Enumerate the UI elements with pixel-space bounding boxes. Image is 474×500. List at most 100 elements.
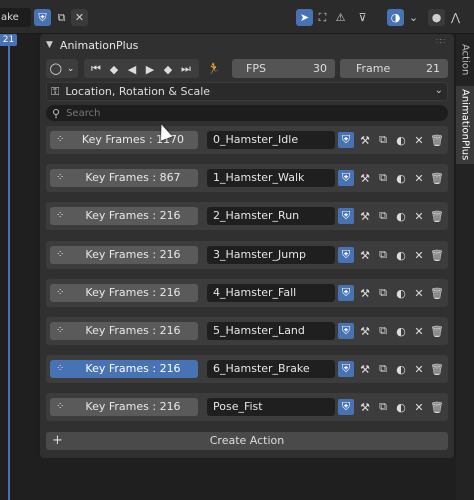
export-icon[interactable]: ◐ bbox=[393, 285, 409, 301]
export-icon[interactable]: ◐ bbox=[393, 361, 409, 377]
record-icon: ◯ bbox=[49, 62, 62, 75]
search-input[interactable]: ⚲ Search bbox=[46, 105, 448, 121]
arrow-select-icon[interactable]: ➤ bbox=[296, 9, 313, 26]
shield-icon[interactable]: ⛨ bbox=[34, 9, 51, 26]
fake-user-shield-icon[interactable]: ⛨ bbox=[338, 132, 354, 148]
trash-icon[interactable]: 🗑 bbox=[429, 132, 445, 148]
fake-user-shield-icon[interactable]: ⛨ bbox=[338, 361, 354, 377]
fake-user-shield-icon[interactable]: ⛨ bbox=[338, 285, 354, 301]
snap-icon[interactable]: ● bbox=[428, 9, 445, 26]
push-down-icon[interactable]: ⚒ bbox=[357, 247, 373, 263]
trash-icon[interactable]: 🗑 bbox=[429, 208, 445, 224]
editor-header: ake ⛨ ⧉ ✕ ➤ ⛶ ⚠ ⊽ ◑ ⌄ ● ⋀ bbox=[0, 0, 474, 34]
keyframes-button[interactable]: ⁘ Key Frames : 867 bbox=[50, 169, 198, 187]
playhead[interactable] bbox=[8, 46, 10, 500]
create-action-button[interactable]: + Create Action bbox=[46, 432, 448, 450]
playback-row: ◯ ⌄ ⏮ ◆ ◀ ▶ ◆ ⏭ 🏃 FPS 30 Frame 21 bbox=[46, 59, 448, 78]
tab-action[interactable]: Action bbox=[456, 38, 474, 82]
copy-icon[interactable]: ⧉ bbox=[53, 9, 70, 26]
unlink-icon[interactable]: ✕ bbox=[411, 323, 427, 339]
unlink-icon[interactable]: ✕ bbox=[411, 285, 427, 301]
fps-field[interactable]: FPS 30 bbox=[232, 59, 335, 78]
unlink-icon[interactable]: ✕ bbox=[411, 208, 427, 224]
duplicate-icon[interactable]: ⧉ bbox=[375, 323, 391, 339]
trash-icon[interactable]: 🗑 bbox=[429, 399, 445, 415]
trash-icon[interactable]: 🗑 bbox=[429, 170, 445, 186]
trash-icon[interactable]: 🗑 bbox=[429, 361, 445, 377]
export-icon[interactable]: ◐ bbox=[393, 170, 409, 186]
push-down-icon[interactable]: ⚒ bbox=[357, 361, 373, 377]
jump-start-icon[interactable]: ⏮ bbox=[88, 61, 104, 77]
action-name-field[interactable]: 4_Hamster_Fall bbox=[207, 284, 335, 302]
keyframes-button[interactable]: ⁘ Key Frames : 216 bbox=[50, 398, 198, 416]
frame-field[interactable]: Frame 21 bbox=[340, 59, 448, 78]
duplicate-icon[interactable]: ⧉ bbox=[375, 132, 391, 148]
push-down-icon[interactable]: ⚒ bbox=[357, 208, 373, 224]
export-icon[interactable]: ◐ bbox=[393, 399, 409, 415]
trash-icon[interactable]: 🗑 bbox=[429, 323, 445, 339]
duplicate-icon[interactable]: ⧉ bbox=[375, 208, 391, 224]
push-down-icon[interactable]: ⚒ bbox=[357, 323, 373, 339]
duplicate-icon[interactable]: ⧉ bbox=[375, 399, 391, 415]
push-down-icon[interactable]: ⚒ bbox=[357, 132, 373, 148]
keyframes-button[interactable]: ⁘ Key Frames : 216 bbox=[50, 322, 198, 340]
prev-keyframe-icon[interactable]: ◆ bbox=[106, 61, 122, 77]
export-icon[interactable]: ◐ bbox=[393, 132, 409, 148]
next-keyframe-icon[interactable]: ◆ bbox=[160, 61, 176, 77]
frame-value: 21 bbox=[426, 62, 440, 75]
keyframes-button[interactable]: ⁘ Key Frames : 216 bbox=[50, 360, 198, 378]
unlink-icon[interactable]: ✕ bbox=[411, 399, 427, 415]
keyframes-button[interactable]: ⁘ Key Frames : 216 bbox=[50, 246, 198, 264]
pose-icon[interactable]: 🏃 bbox=[204, 59, 224, 78]
duplicate-icon[interactable]: ⧉ bbox=[375, 285, 391, 301]
warning-icon[interactable]: ⚠ bbox=[332, 9, 349, 26]
action-row: ⁘ Key Frames : 1170 0_Hamster_Idle ⛨ ⚒ ⧉ ◐ ✕ 🗑 bbox=[46, 126, 448, 154]
proportional-icon[interactable]: ⋀ bbox=[447, 9, 464, 26]
keyframes-button[interactable]: ⁘ Key Frames : 216 bbox=[50, 207, 198, 225]
export-icon[interactable]: ◐ bbox=[393, 247, 409, 263]
play-reverse-icon[interactable]: ◀ bbox=[124, 61, 140, 77]
fake-user-shield-icon[interactable]: ⛨ bbox=[338, 399, 354, 415]
grip-icon[interactable]: ∷∷ bbox=[436, 38, 446, 48]
close-icon[interactable]: ✕ bbox=[71, 9, 88, 26]
filter-icon[interactable]: ⊽ bbox=[354, 9, 371, 26]
panel-header[interactable]: ▼ AnimationPlus bbox=[40, 34, 454, 56]
ghost-icon[interactable]: ◑ bbox=[387, 9, 404, 26]
action-name-field[interactable]: 2_Hamster_Run bbox=[207, 207, 335, 225]
unlink-icon[interactable]: ✕ bbox=[411, 247, 427, 263]
jump-end-icon[interactable]: ⏭ bbox=[178, 61, 194, 77]
record-dropdown[interactable]: ◯ ⌄ bbox=[46, 59, 78, 78]
action-name-field[interactable]: 5_Hamster_Land bbox=[207, 322, 335, 340]
duplicate-icon[interactable]: ⧉ bbox=[375, 361, 391, 377]
push-down-icon[interactable]: ⚒ bbox=[357, 285, 373, 301]
fake-user-shield-icon[interactable]: ⛨ bbox=[338, 170, 354, 186]
duplicate-icon[interactable]: ⧉ bbox=[375, 170, 391, 186]
keying-icon[interactable]: ⌄ bbox=[405, 9, 422, 26]
action-name-field[interactable]: 6_Hamster_Brake bbox=[207, 360, 335, 378]
keyframes-button[interactable]: ⁘ Key Frames : 216 bbox=[50, 284, 198, 302]
action-name-field[interactable]: 0_Hamster_Idle bbox=[207, 131, 335, 149]
keying-set-select[interactable]: ⚿ Location, Rotation & Scale ⌄ bbox=[46, 82, 448, 101]
action-name-field[interactable]: Pose_Fist bbox=[207, 398, 335, 416]
tab-animationplus[interactable]: AnimationPlus bbox=[456, 86, 474, 164]
action-name-field[interactable]: 3_Hamster_Jump bbox=[207, 246, 335, 264]
timeline-strip[interactable]: 21 bbox=[0, 34, 36, 500]
frame-select-icon[interactable]: ⛶ bbox=[314, 9, 331, 26]
push-down-icon[interactable]: ⚒ bbox=[357, 170, 373, 186]
fake-user-shield-icon[interactable]: ⛨ bbox=[338, 323, 354, 339]
unlink-icon[interactable]: ✕ bbox=[411, 361, 427, 377]
duplicate-icon[interactable]: ⧉ bbox=[375, 247, 391, 263]
action-name-field[interactable]: 1_Hamster_Walk bbox=[207, 169, 335, 187]
push-down-icon[interactable]: ⚒ bbox=[357, 399, 373, 415]
export-icon[interactable]: ◐ bbox=[393, 208, 409, 224]
trash-icon[interactable]: 🗑 bbox=[429, 285, 445, 301]
fake-user-shield-icon[interactable]: ⛨ bbox=[338, 208, 354, 224]
trash-icon[interactable]: 🗑 bbox=[429, 247, 445, 263]
fake-user-shield-icon[interactable]: ⛨ bbox=[338, 247, 354, 263]
unlink-icon[interactable]: ✕ bbox=[411, 170, 427, 186]
export-icon[interactable]: ◐ bbox=[393, 323, 409, 339]
keyframes-button[interactable]: ⁘ Key Frames : 1170 bbox=[50, 131, 198, 149]
action-name-field[interactable]: ake bbox=[0, 8, 31, 27]
unlink-icon[interactable]: ✕ bbox=[411, 132, 427, 148]
play-icon[interactable]: ▶ bbox=[142, 61, 158, 77]
